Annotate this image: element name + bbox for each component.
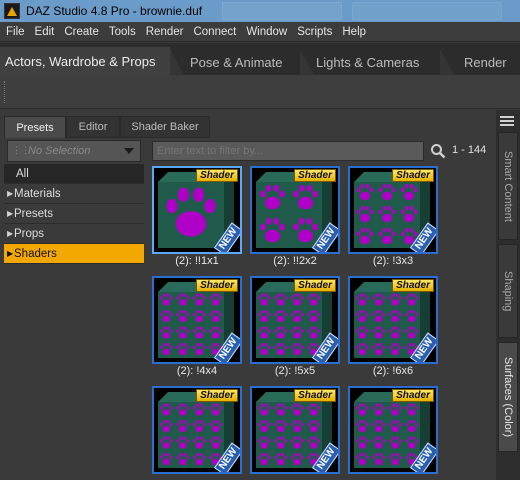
menu-edit[interactable]: Edit	[30, 26, 60, 38]
shader-badge: Shader	[294, 389, 336, 402]
shader-thumbnail: Shader NEW	[250, 386, 340, 474]
preset-tile[interactable]: Shader NEW (2): !!1x1	[152, 166, 242, 270]
preset-grid: Shader NEW (2): !!1x1 Shader NEW (2): !!2x2 Sh…	[152, 166, 440, 480]
tree-item-label: Props	[14, 227, 45, 240]
menu-bar: File Edit Create Tools Render Connect Wi…	[0, 22, 520, 42]
tile-label	[152, 475, 242, 480]
shader-thumbnail: Shader NEW	[250, 276, 340, 364]
room-tab-render[interactable]: Render	[464, 49, 507, 75]
tile-label: (2): !3x3	[372, 255, 414, 267]
tile-label: (2): !4x4	[176, 365, 218, 377]
chevron-down-icon	[124, 148, 134, 154]
room-tabs: Actors, Wardrobe & Props Pose & Animate …	[0, 43, 520, 75]
preset-tile[interactable]: Shader NEW (2): !6x6	[348, 276, 438, 380]
filter-input[interactable]	[152, 141, 424, 161]
preset-tile[interactable]: Shader NEW (2): !3x3	[348, 166, 438, 270]
side-tab-shaping[interactable]: Shaping	[498, 244, 518, 338]
room-tab-separator	[300, 49, 314, 75]
menu-render[interactable]: Render	[141, 26, 189, 38]
tree-item-materials[interactable]: ▶ Materials	[4, 184, 144, 204]
tree-item-props[interactable]: ▶ Props	[4, 224, 144, 244]
tile-label: (2): !6x6	[372, 365, 414, 377]
window-title: DAZ Studio 4.8 Pro - brownie.duf	[26, 4, 203, 18]
room-tab-lights-cameras[interactable]: Lights & Cameras	[316, 49, 419, 75]
toolbar	[0, 75, 520, 109]
search-icon[interactable]	[430, 143, 446, 159]
tab-editor[interactable]: Editor	[66, 116, 120, 138]
tree-item-label: Presets	[14, 207, 53, 220]
side-tab-label: Smart Content	[502, 150, 514, 222]
tile-label: (2): !!1x1	[175, 255, 219, 267]
preset-tile[interactable]: Shader NEW (2): !4x4	[152, 276, 242, 380]
tab-shader-baker[interactable]: Shader Baker	[120, 116, 210, 138]
toolbar-grip-handle[interactable]	[4, 81, 6, 103]
shader-badge: Shader	[294, 169, 336, 182]
tree-item-label: All	[16, 167, 29, 180]
pane-menu-icon[interactable]	[500, 116, 514, 126]
side-tab-label: Shaping	[502, 270, 514, 312]
tree-item-all[interactable]: All	[4, 164, 144, 184]
menu-help[interactable]: Help	[337, 26, 371, 38]
selector-value: No Selection	[28, 145, 91, 157]
category-tree: All ▶ Materials ▶ Presets ▶ Props ▶ Shad…	[4, 164, 144, 264]
shader-badge: Shader	[196, 389, 238, 402]
category-panel: ⋮⋮ No Selection All ▶ Materials ▶ Preset…	[4, 140, 144, 480]
result-count: 1 - 144	[452, 144, 487, 156]
background-window-tab	[352, 2, 502, 20]
tile-label: (2): !5x5	[274, 365, 316, 377]
preset-tile[interactable]: Shader NEW	[250, 386, 340, 480]
shader-badge: Shader	[196, 279, 238, 292]
preset-browser: 1 - 144 ShaderNEW(2): !!1x1ShaderNEW(2):…	[148, 140, 496, 480]
side-tab-surfaces[interactable]: Surfaces (Color)	[498, 342, 518, 452]
shader-thumbnail: Shader NEW	[152, 386, 242, 474]
menu-window[interactable]: Window	[241, 26, 292, 38]
tab-presets[interactable]: Presets	[4, 116, 66, 138]
menu-scripts[interactable]: Scripts	[292, 26, 337, 38]
preset-tile[interactable]: Shader NEW (2): !5x5	[250, 276, 340, 380]
shader-badge: Shader	[392, 389, 434, 402]
shader-badge: Shader	[392, 169, 434, 182]
daz-app-icon	[4, 3, 20, 19]
shader-thumbnail: Shader NEW	[152, 276, 242, 364]
tile-label	[348, 475, 438, 480]
preset-tile[interactable]: Shader NEW (2): !!2x2	[250, 166, 340, 270]
side-tab-label: Surfaces (Color)	[502, 356, 514, 438]
shader-badge: Shader	[196, 169, 238, 182]
caret-right-icon[interactable]: ▶	[4, 249, 14, 258]
title-bar: DAZ Studio 4.8 Pro - brownie.duf	[0, 0, 520, 22]
caret-right-icon[interactable]: ▶	[4, 209, 14, 218]
shader-thumbnail: Shader NEW	[250, 166, 340, 254]
room-tab-separator	[170, 49, 184, 75]
shader-thumbnail: Shader NEW	[348, 386, 438, 474]
caret-right-icon[interactable]: ▶	[4, 189, 14, 198]
tree-item-label: Shaders	[14, 247, 57, 260]
room-tab-pose-animate[interactable]: Pose & Animate	[190, 49, 283, 75]
shader-thumbnail: Shader NEW	[348, 276, 438, 364]
menu-file[interactable]: File	[0, 26, 30, 38]
shader-badge: Shader	[392, 279, 434, 292]
side-tab-smart-content[interactable]: Smart Content	[498, 132, 518, 240]
tree-item-label: Materials	[14, 187, 61, 200]
menu-tools[interactable]: Tools	[104, 26, 141, 38]
shader-thumbnail: Shader NEW	[152, 166, 242, 254]
shader-thumbnail: Shader NEW	[348, 166, 438, 254]
surfaces-pane: Presets Editor Shader Baker ⋮⋮ No Select…	[0, 110, 496, 480]
tile-label: (2): !!2x2	[273, 255, 317, 267]
tree-item-shaders[interactable]: ▶ Shaders	[4, 244, 144, 264]
node-selector-dropdown[interactable]: ⋮⋮ No Selection	[7, 140, 141, 162]
menu-connect[interactable]: Connect	[188, 26, 241, 38]
preset-tile[interactable]: Shader NEW	[152, 386, 242, 480]
tile-label	[250, 475, 340, 480]
tree-item-presets[interactable]: ▶ Presets	[4, 204, 144, 224]
grip-icon: ⋮⋮	[12, 145, 30, 155]
room-tab-separator	[440, 49, 454, 75]
side-tab-strip: Smart Content Shaping Surfaces (Color)	[496, 110, 520, 480]
shader-badge: Shader	[294, 279, 336, 292]
caret-right-icon[interactable]: ▶	[4, 229, 14, 238]
pane-tabs: Presets Editor Shader Baker	[0, 116, 496, 138]
room-tab-actors-wardrobe-props[interactable]: Actors, Wardrobe & Props	[0, 47, 170, 75]
preset-tile[interactable]: Shader NEW	[348, 386, 438, 480]
menu-create[interactable]: Create	[59, 26, 104, 38]
background-window-tab	[222, 2, 342, 20]
